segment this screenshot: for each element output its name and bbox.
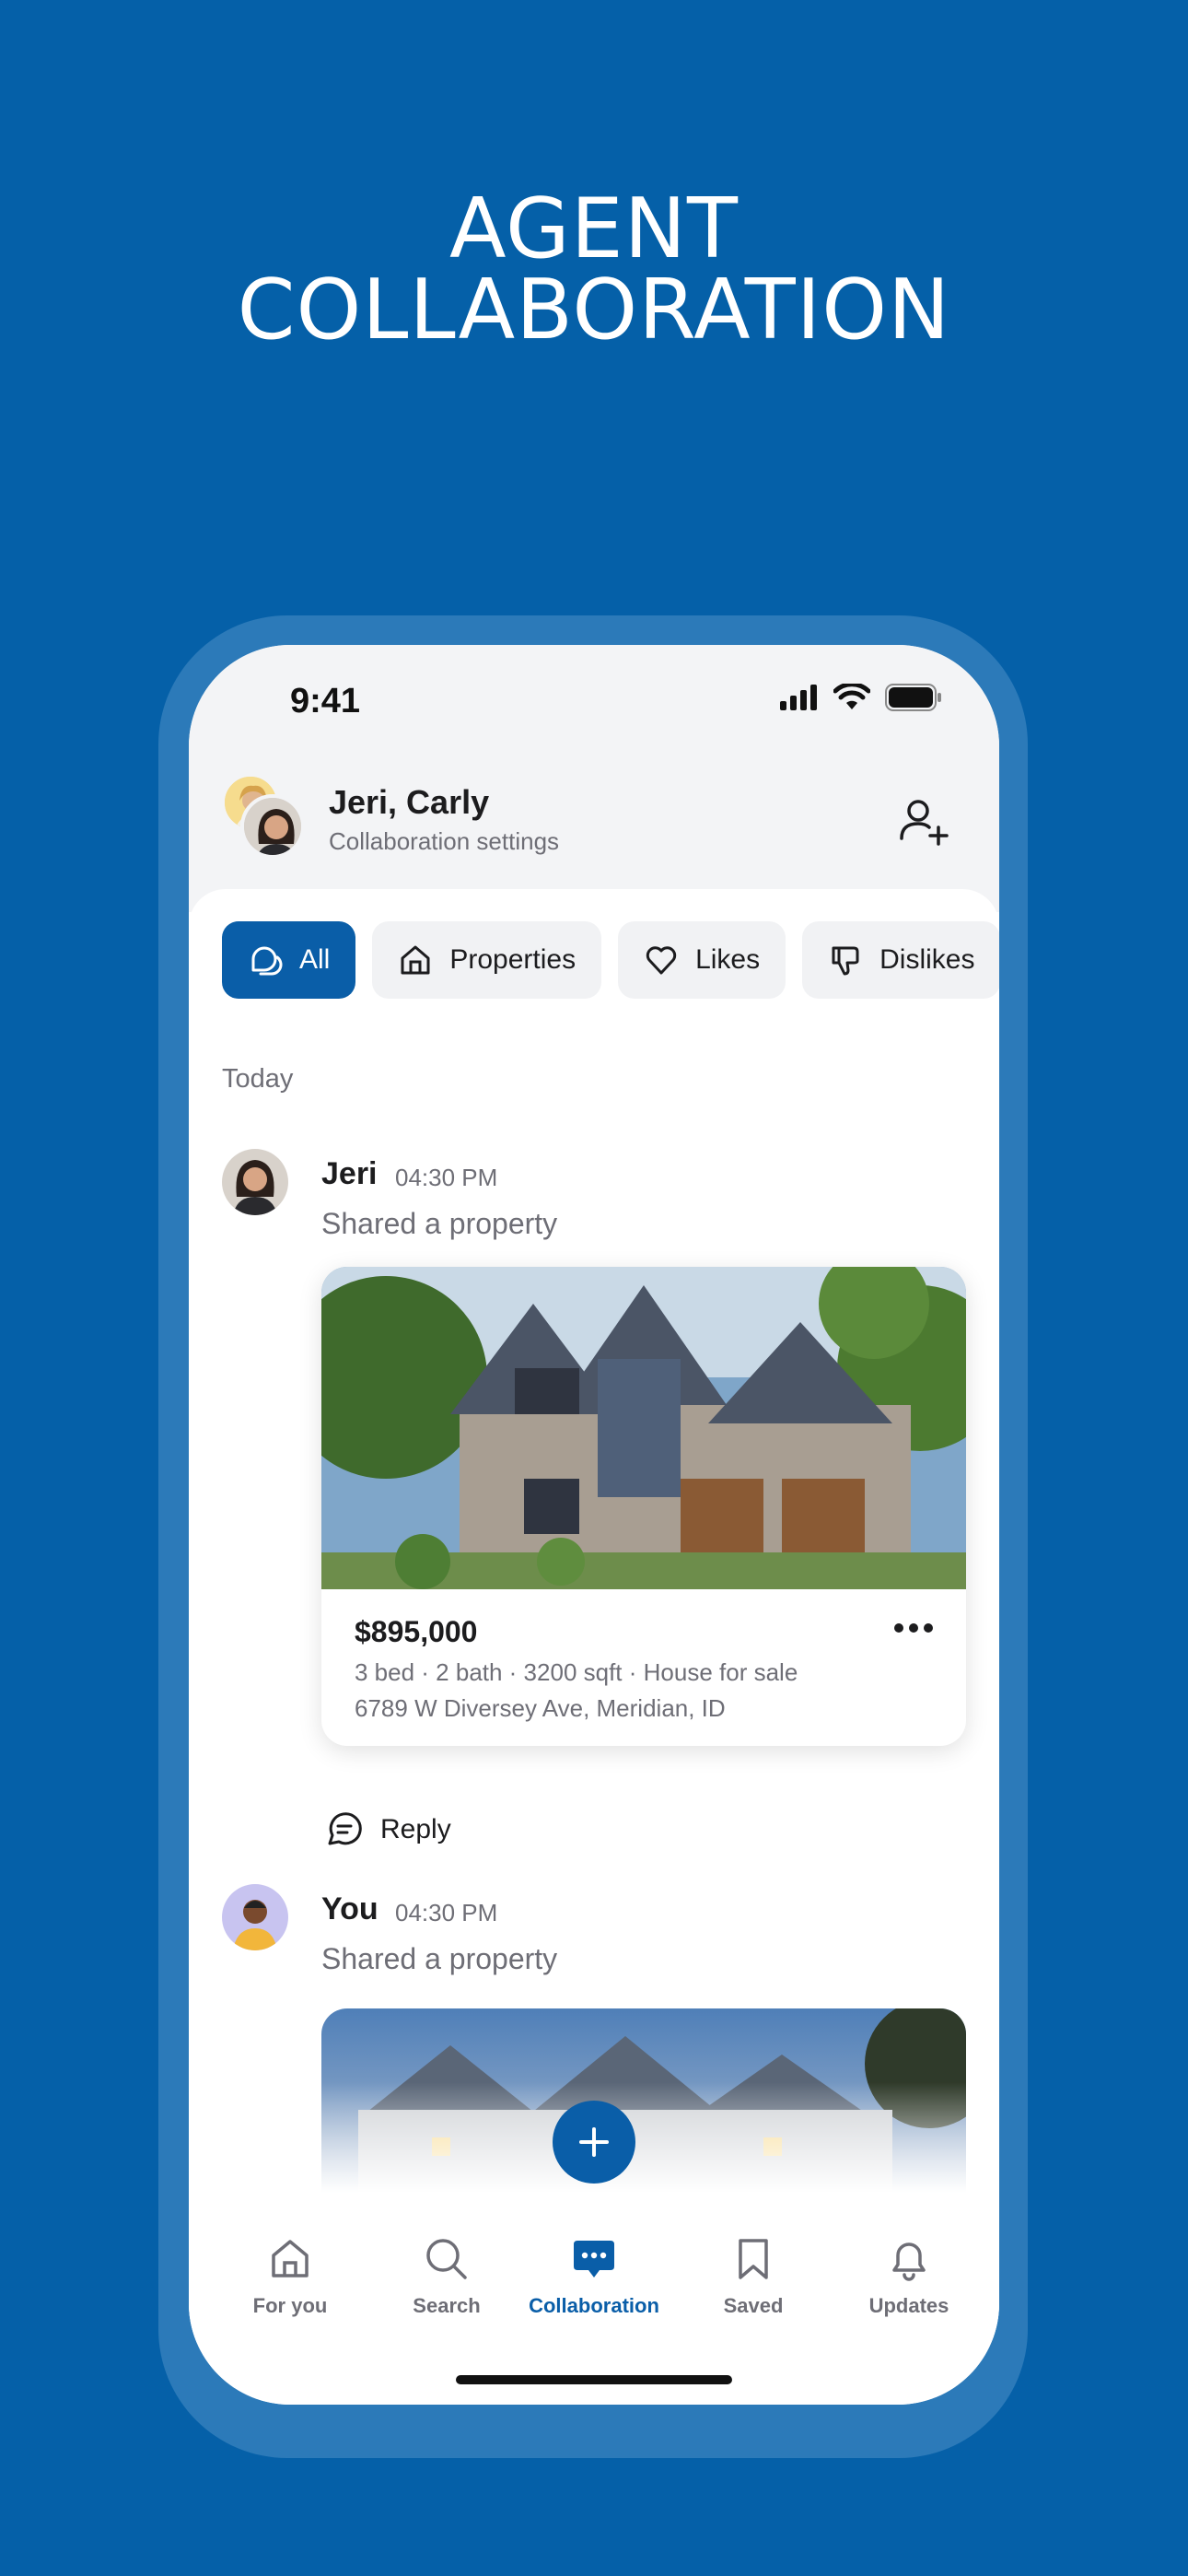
plus-icon (579, 2127, 609, 2157)
home-icon (272, 2240, 309, 2277)
property-price: $895,000 (355, 1615, 478, 1648)
tab-updates[interactable]: Updates (835, 2235, 983, 2318)
headline-line-2: COLLABORATION (237, 262, 951, 358)
chat-bubbles-icon (251, 946, 283, 976)
property-specs: 3 bed · 2 bath · 3200 sqft · House for s… (355, 1658, 798, 1686)
filter-chip-all[interactable]: All (222, 921, 356, 999)
thumbs-down-icon (832, 946, 859, 976)
message-text: Shared a property (321, 1942, 558, 1975)
avatar-jeri[interactable] (222, 1149, 288, 1215)
filter-chips: All Properties Likes Dislikes (222, 921, 999, 999)
avatar-jeri (240, 794, 305, 859)
search-icon (426, 2239, 467, 2279)
collaboration-settings-link[interactable]: Collaboration settings (329, 827, 559, 856)
wifi-icon (833, 684, 870, 709)
phone-screen: 9:41 Jeri, Carly Collaboration settings … (189, 645, 999, 2405)
filter-chip-properties[interactable]: Properties (372, 921, 602, 999)
avatar-stack (222, 774, 314, 866)
home-indicator[interactable] (456, 2375, 732, 2384)
add-user-icon[interactable] (896, 794, 951, 849)
day-label: Today (222, 1064, 294, 1094)
more-options-icon[interactable] (892, 1621, 935, 1635)
reply-button[interactable]: Reply (325, 1810, 451, 1849)
house-icon (401, 945, 430, 975)
bookmark-icon (739, 2239, 768, 2279)
tab-collaboration[interactable]: Collaboration (520, 2235, 668, 2318)
new-message-button[interactable] (553, 2101, 635, 2184)
reply-label: Reply (380, 1814, 451, 1844)
status-icons (780, 684, 942, 711)
property-address: 6789 W Diversey Ave, Meridian, ID (355, 1694, 726, 1722)
headline: AGENT COLLABORATION (0, 181, 1188, 358)
signal-icon (780, 685, 817, 710)
tab-label: Saved (723, 2294, 784, 2317)
filter-chip-likes[interactable]: Likes (618, 921, 786, 999)
tab-label: Updates (868, 2294, 949, 2317)
collaborator-names: Jeri, Carly (329, 783, 490, 821)
message-text: Shared a property (321, 1207, 558, 1240)
message-author: Jeri (321, 1156, 378, 1191)
avatar-you[interactable] (222, 1884, 288, 1950)
message-author: You (321, 1891, 379, 1926)
battery-icon (885, 684, 941, 711)
tab-bar: For you Search Collaboration Saved Updat… (189, 2211, 999, 2340)
chat-icon (574, 2241, 614, 2277)
filter-chip-dislikes[interactable]: Dislikes (802, 921, 999, 999)
tab-saved[interactable]: Saved (680, 2235, 827, 2318)
tab-label: Search (413, 2294, 481, 2317)
message-time: 04:30 PM (395, 1164, 498, 1191)
reply-icon (328, 1812, 362, 1845)
filter-chip-label: Likes (695, 944, 761, 975)
message-time: 04:30 PM (395, 1899, 498, 1926)
status-time: 9:41 (290, 682, 361, 720)
property-card[interactable]: $895,000 3 bed · 2 bath · 3200 sqft · Ho… (321, 1267, 966, 1746)
tab-label: Collaboration (529, 2294, 659, 2317)
filter-chip-label: Dislikes (879, 944, 975, 975)
property-photo (321, 1267, 966, 1589)
bell-icon (892, 2242, 926, 2281)
property-details: $895,000 3 bed · 2 bath · 3200 sqft · Ho… (321, 1589, 966, 1746)
tab-for-you[interactable]: For you (216, 2235, 364, 2318)
collaboration-header[interactable]: Jeri, Carly Collaboration settings (189, 774, 999, 884)
tab-search[interactable]: Search (373, 2235, 520, 2318)
filter-chip-label: Properties (449, 944, 577, 975)
tab-label: For you (252, 2294, 328, 2317)
headline-line-1: AGENT (449, 181, 739, 277)
heart-icon (646, 946, 677, 975)
filter-chip-label: All (299, 944, 331, 975)
